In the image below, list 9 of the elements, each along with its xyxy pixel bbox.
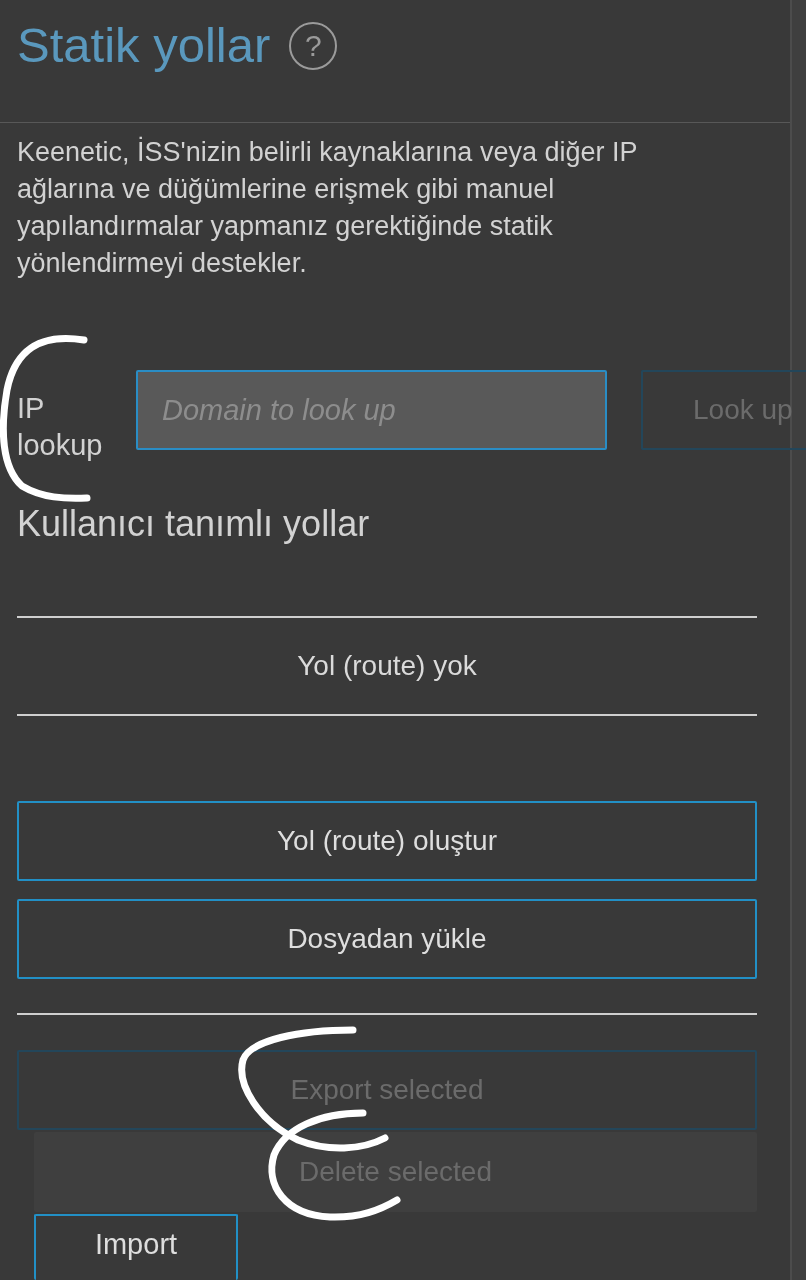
- section-heading: Kullanıcı tanımlı yollar: [17, 502, 371, 546]
- description-text: Keenetic, İSS'nizin belirli kaynaklarına veya diğer IP ağlarına ve düğümlerine erişmek gibi manuel yapılandırmalar yapmanız gerektiğinde statik yönlendirmeyi destekler.: [16, 135, 638, 280]
- ip-lookup-label: IP lookup: [17, 391, 104, 463]
- action-button[interactable]: Dosyadan yükle: [17, 899, 757, 979]
- empty-routes-message: Yol (route) yok: [297, 650, 477, 682]
- page-title: Statik yollar: [17, 17, 271, 74]
- help-icon[interactable]: ?: [289, 22, 338, 70]
- action-button[interactable]: Yol (route) oluştur: [17, 801, 757, 881]
- import-button[interactable]: Import: [34, 1214, 238, 1280]
